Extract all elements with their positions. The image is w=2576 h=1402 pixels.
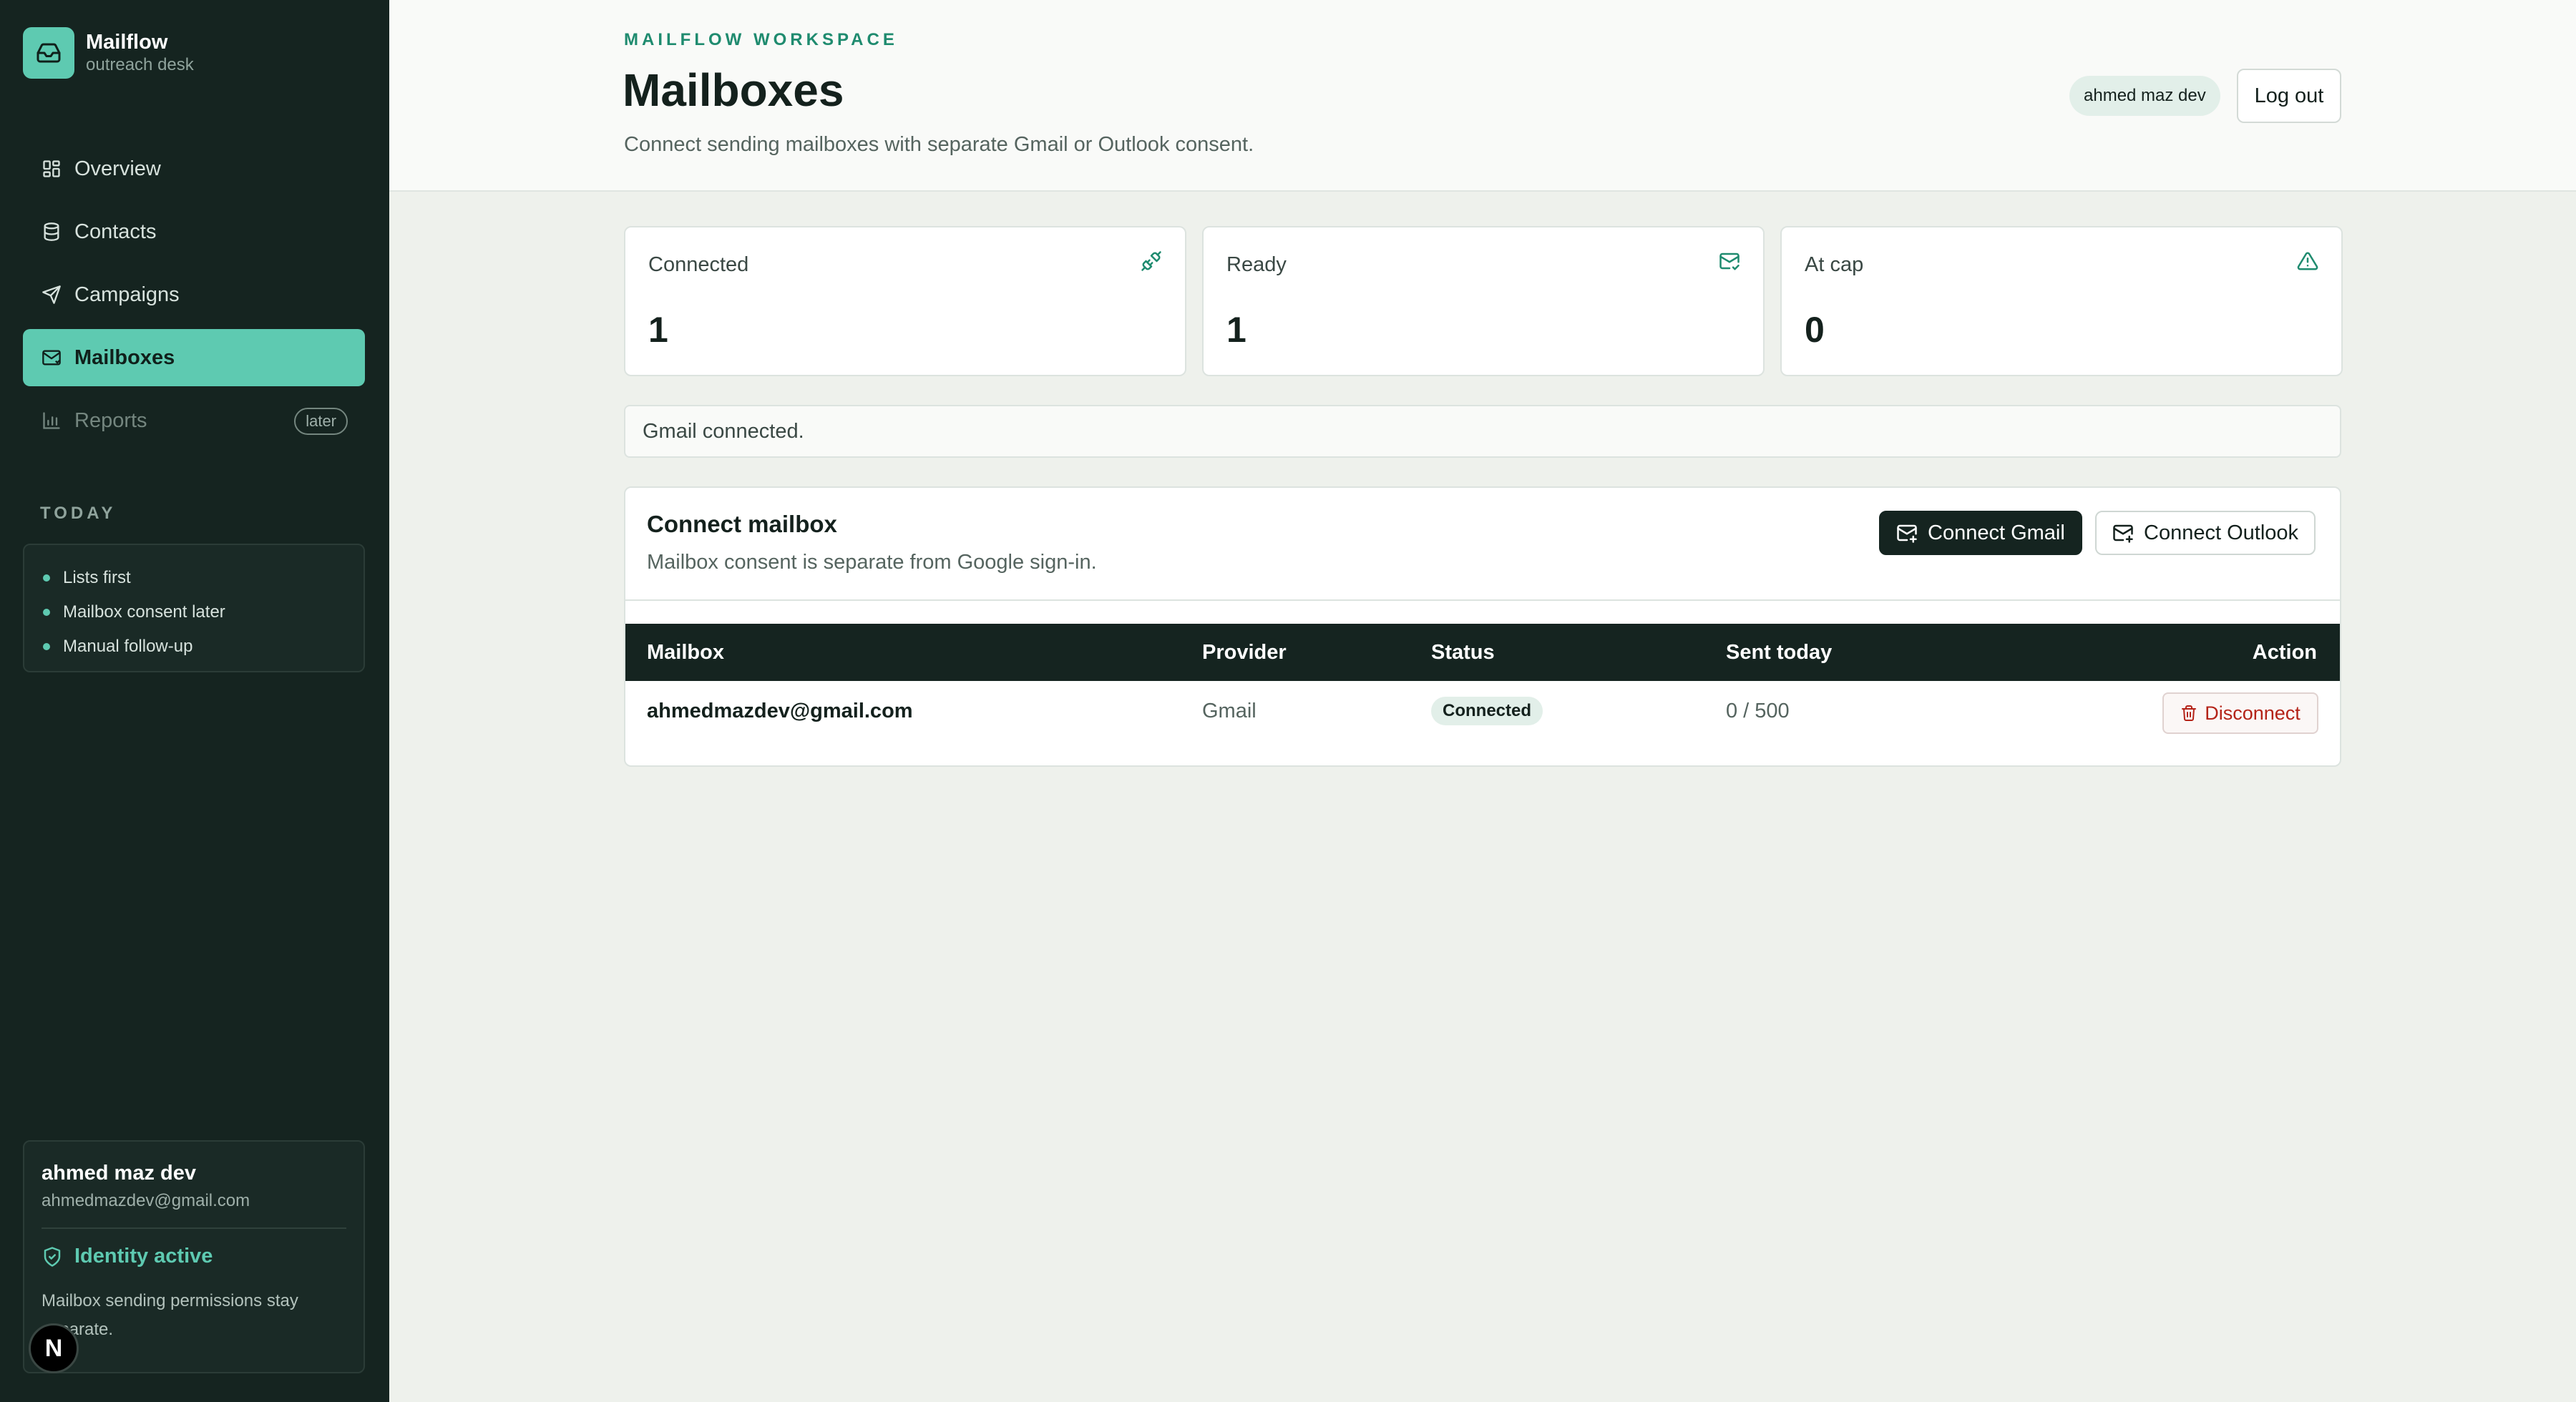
n-logo-button[interactable]: N: [29, 1323, 79, 1373]
list-item: Manual follow-up: [43, 629, 364, 664]
column-header-status: Status: [1431, 641, 1495, 664]
list-item: Mailbox consent later: [43, 595, 364, 629]
connect-mailbox-panel: Connect mailbox Mailbox consent is separ…: [624, 486, 2341, 767]
bar-chart-icon: [40, 409, 63, 432]
page-header: MAILFLOW WORKSPACE Mailboxes Connect sen…: [389, 0, 2576, 192]
brand-subtitle: outreach desk: [86, 55, 194, 74]
stat-value: 0: [1805, 310, 1825, 350]
profile-name: ahmed maz dev: [42, 1162, 196, 1185]
shield-check-icon: [42, 1246, 63, 1268]
column-header-provider: Provider: [1202, 641, 1287, 664]
panel-subtitle: Mailbox consent is separate from Google …: [647, 551, 1097, 574]
trash-icon: [2180, 705, 2197, 722]
today-list: Lists first Mailbox consent later Manual…: [23, 544, 365, 672]
grid-icon: [40, 157, 63, 180]
brand[interactable]: Mailflow outreach desk: [23, 27, 194, 79]
bullet-icon: [43, 609, 50, 616]
bullet-icon: [43, 643, 50, 650]
cell-mailbox: ahmedmazdev@gmail.com: [647, 700, 913, 722]
connect-gmail-button[interactable]: Connect Gmail: [1879, 511, 2082, 555]
send-icon: [40, 283, 63, 306]
mail-plus-icon: [2112, 522, 2134, 544]
status-notice: Gmail connected.: [624, 405, 2341, 458]
logout-button[interactable]: Log out: [2237, 69, 2341, 123]
cell-sent-today: 0 / 500: [1726, 700, 1790, 722]
mail-icon: [40, 346, 63, 369]
table-row: ahmedmazdev@gmail.com Gmail Connected 0 …: [625, 681, 2340, 745]
disconnect-button[interactable]: Disconnect: [2162, 692, 2318, 734]
warning-icon: [2297, 250, 2318, 272]
sidebar-item-reports[interactable]: Reports later: [23, 392, 365, 449]
inbox-icon: [23, 27, 74, 79]
profile-email: ahmedmazdev@gmail.com: [42, 1191, 250, 1210]
plug-icon: [1141, 250, 1162, 272]
today-heading: TODAY: [40, 504, 117, 523]
mail-plus-icon: [1896, 522, 1918, 544]
user-chip: ahmed maz dev: [2069, 76, 2220, 116]
page-subtitle: Connect sending mailboxes with separate …: [624, 133, 1254, 156]
page-title: Mailboxes: [623, 64, 844, 116]
stat-card-at-cap: At cap 0: [1780, 226, 2343, 376]
later-badge: later: [294, 408, 348, 435]
stat-label: At cap: [1805, 253, 1864, 276]
bullet-icon: [43, 574, 50, 582]
stat-label: Connected: [648, 253, 749, 276]
stat-value: 1: [1226, 310, 1246, 350]
workspace-eyebrow: MAILFLOW WORKSPACE: [624, 30, 898, 49]
sidebar-item-label: Reports: [74, 408, 147, 432]
stat-label: Ready: [1226, 253, 1287, 276]
stat-value: 1: [648, 310, 668, 350]
divider: [625, 599, 2340, 601]
sidebar: Mailflow outreach desk Overview Contacts: [0, 0, 389, 1402]
sidebar-item-campaigns[interactable]: Campaigns: [23, 266, 365, 323]
database-icon: [40, 220, 63, 243]
connect-outlook-button[interactable]: Connect Outlook: [2095, 511, 2316, 555]
brand-name: Mailflow: [86, 31, 168, 54]
column-header-mailbox: Mailbox: [647, 641, 724, 664]
cell-provider: Gmail: [1202, 700, 1257, 722]
panel-title: Connect mailbox: [647, 511, 837, 537]
sidebar-item-label: Contacts: [74, 220, 157, 243]
stat-card-ready: Ready 1: [1202, 226, 1765, 376]
profile-note: Mailbox sending permissions stay separat…: [42, 1291, 298, 1339]
sidebar-item-contacts[interactable]: Contacts: [23, 203, 365, 260]
stat-card-connected: Connected 1: [624, 226, 1186, 376]
sidebar-item-overview[interactable]: Overview: [23, 140, 365, 197]
identity-status: Identity active: [42, 1245, 346, 1268]
sidebar-item-label: Campaigns: [74, 283, 180, 306]
divider: [42, 1227, 346, 1229]
sidebar-nav: Overview Contacts Campaigns Mailboxes Re…: [23, 140, 365, 455]
mail-check-icon: [1719, 250, 1740, 272]
sidebar-item-mailboxes[interactable]: Mailboxes: [23, 329, 365, 386]
list-item: Lists first: [43, 561, 364, 595]
table-header: Mailbox Provider Status Sent today Actio…: [625, 624, 2340, 681]
sidebar-item-label: Mailboxes: [74, 345, 175, 369]
column-header-sent-today: Sent today: [1726, 641, 1833, 664]
column-header-action: Action: [2252, 641, 2317, 664]
status-badge: Connected: [1431, 697, 1543, 725]
sidebar-item-label: Overview: [74, 157, 161, 180]
